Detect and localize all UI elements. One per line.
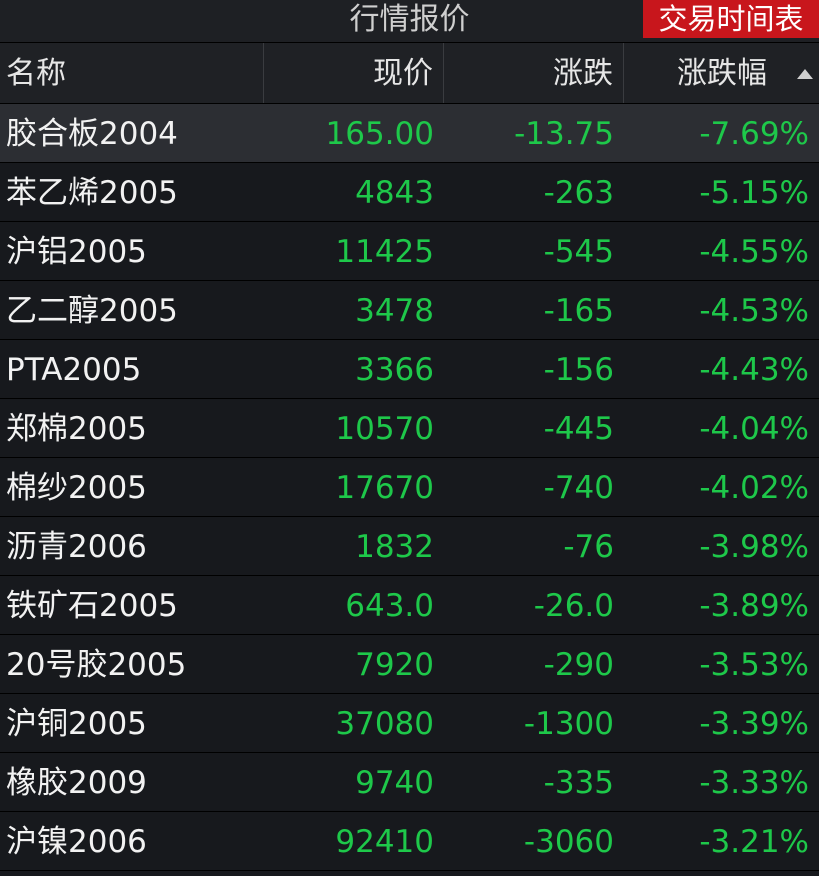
change-percent-cell: -3.53%: [699, 647, 809, 683]
last-price-cell: 643.0: [345, 588, 434, 624]
quote-app: 行情报价 交易时间表 名称 现价 涨跌 涨跌幅 胶合板2004 165.00 -13…: [0, 0, 819, 876]
price-change-cell: -13.75: [514, 116, 614, 152]
trading-schedule-button[interactable]: 交易时间表: [643, 0, 819, 38]
column-header-name[interactable]: 名称: [0, 43, 264, 103]
column-header-change[interactable]: 涨跌: [444, 43, 624, 103]
table-row[interactable]: 橡胶2009 9740 -335 -3.33%: [0, 753, 819, 812]
price-change-cell: -545: [543, 234, 614, 270]
last-price-cell: 3366: [355, 352, 434, 388]
price-change-cell: -335: [543, 765, 614, 801]
change-percent-cell: -3.89%: [699, 588, 809, 624]
table-row[interactable]: 沪铜2005 37080 -1300 -3.39%: [0, 694, 819, 753]
column-header-change-percent-label: 涨跌幅: [677, 56, 767, 91]
price-change-cell: -740: [543, 470, 614, 506]
table-row[interactable]: 乙二醇2005 3478 -165 -4.53%: [0, 281, 819, 340]
last-price-cell: 11425: [335, 234, 434, 270]
price-change-cell: -165: [543, 293, 614, 329]
column-header-change-percent[interactable]: 涨跌幅: [624, 43, 819, 103]
contract-name-cell: 沪铜2005: [6, 706, 147, 742]
contract-name-cell: 沪镍2006: [6, 824, 147, 860]
table-row[interactable]: 20号胶2005 7920 -290 -3.53%: [0, 635, 819, 694]
change-percent-cell: -3.39%: [699, 706, 809, 742]
price-change-cell: -26.0: [533, 588, 614, 624]
price-change-cell: -76: [563, 529, 614, 565]
contract-name-cell: 郑棉2005: [6, 411, 147, 447]
price-change-cell: -263: [543, 175, 614, 211]
contract-name-cell: 棉纱2005: [6, 470, 147, 506]
last-price-cell: 92410: [335, 824, 434, 860]
change-percent-cell: -4.53%: [699, 293, 809, 329]
last-price-cell: 1832: [355, 529, 434, 565]
last-price-cell: 4843: [355, 175, 434, 211]
table-row[interactable]: 沪铝2005 11425 -545 -4.55%: [0, 222, 819, 281]
price-change-cell: -156: [543, 352, 614, 388]
sort-ascending-icon[interactable]: [797, 69, 813, 79]
price-change-cell: -1300: [523, 706, 614, 742]
change-percent-cell: -7.69%: [699, 116, 809, 152]
contract-name-cell: 20号胶2005: [6, 647, 187, 683]
price-change-cell: -290: [543, 647, 614, 683]
contract-name-cell: 铁矿石2005: [6, 588, 178, 624]
table-header: 名称 现价 涨跌 涨跌幅: [0, 43, 819, 104]
change-percent-cell: -4.02%: [699, 470, 809, 506]
table-row[interactable]: PTA2005 3366 -156 -4.43%: [0, 340, 819, 399]
last-price-cell: 7920: [355, 647, 434, 683]
top-bar: 行情报价 交易时间表: [0, 0, 819, 43]
change-percent-cell: -5.15%: [699, 175, 809, 211]
change-percent-cell: -3.98%: [699, 529, 809, 565]
contract-name-cell: 沥青2006: [6, 529, 147, 565]
contract-name-cell: 橡胶2009: [6, 765, 147, 801]
change-percent-cell: -3.33%: [699, 765, 809, 801]
change-percent-cell: -3.21%: [699, 824, 809, 860]
contract-name-cell: 胶合板2004: [6, 116, 178, 152]
last-price-cell: 165.00: [325, 116, 434, 152]
table-row[interactable]: 苯乙烯2005 4843 -263 -5.15%: [0, 163, 819, 222]
column-header-price[interactable]: 现价: [264, 43, 444, 103]
last-price-cell: 37080: [335, 706, 434, 742]
last-price-cell: 10570: [335, 411, 434, 447]
price-change-cell: -3060: [523, 824, 614, 860]
last-price-cell: 3478: [355, 293, 434, 329]
table-row[interactable]: 沪镍2006 92410 -3060 -3.21%: [0, 812, 819, 871]
last-price-cell: 17670: [335, 470, 434, 506]
quote-table: 胶合板2004 165.00 -13.75 -7.69% 苯乙烯2005 4843 -263…: [0, 104, 819, 871]
change-percent-cell: -4.04%: [699, 411, 809, 447]
table-row[interactable]: 铁矿石2005 643.0 -26.0 -3.89%: [0, 576, 819, 635]
last-price-cell: 9740: [355, 765, 434, 801]
contract-name-cell: PTA2005: [6, 352, 142, 388]
table-row[interactable]: 胶合板2004 165.00 -13.75 -7.69%: [0, 104, 819, 163]
table-row[interactable]: 郑棉2005 10570 -445 -4.04%: [0, 399, 819, 458]
table-row[interactable]: 沥青2006 1832 -76 -3.98%: [0, 517, 819, 576]
contract-name-cell: 沪铝2005: [6, 234, 147, 270]
change-percent-cell: -4.43%: [699, 352, 809, 388]
price-change-cell: -445: [543, 411, 614, 447]
table-row[interactable]: 棉纱2005 17670 -740 -4.02%: [0, 458, 819, 517]
contract-name-cell: 苯乙烯2005: [6, 175, 178, 211]
change-percent-cell: -4.55%: [699, 234, 809, 270]
contract-name-cell: 乙二醇2005: [6, 293, 178, 329]
